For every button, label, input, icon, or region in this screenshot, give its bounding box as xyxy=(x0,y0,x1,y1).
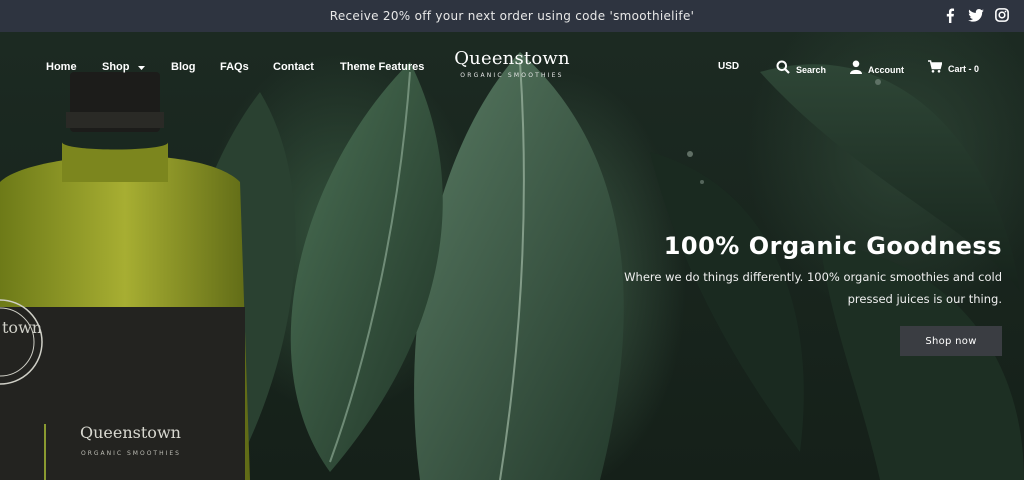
currency-selector[interactable]: USD xyxy=(718,61,739,72)
nav-faqs-label: FAQs xyxy=(220,61,249,73)
user-icon xyxy=(850,60,862,79)
facebook-icon[interactable] xyxy=(942,7,958,23)
hero-content: 100% Organic Goodness Where we do things… xyxy=(542,232,1002,310)
twitter-icon[interactable] xyxy=(968,7,984,23)
brand-tagline: ORGANIC SMOOTHIES xyxy=(460,72,564,79)
hero-title: 100% Organic Goodness xyxy=(663,232,1002,260)
search-button[interactable]: Search xyxy=(776,60,826,79)
brand-name: Queenstown xyxy=(454,48,570,69)
nav-faqs[interactable]: FAQs xyxy=(220,61,249,73)
chevron-down-icon xyxy=(137,61,145,73)
bottle-label-brand: Queenstown xyxy=(80,423,181,442)
cart-button[interactable]: Cart - 0 xyxy=(928,60,979,78)
nav-blog-label: Blog xyxy=(171,61,196,73)
account-button[interactable]: Account xyxy=(850,60,904,79)
nav-theme-features[interactable]: Theme Features xyxy=(340,61,424,73)
hero-subtitle-line-2: pressed juices is our thing. xyxy=(847,292,1002,306)
nav-contact[interactable]: Contact xyxy=(273,61,314,73)
social-links xyxy=(942,7,1010,23)
search-label: Search xyxy=(796,64,827,75)
nav-home[interactable]: Home xyxy=(46,61,77,73)
hero-subtitle: Where we do things differently. 100% org… xyxy=(542,266,1002,310)
nav-home-label: Home xyxy=(46,61,77,73)
cart-icon xyxy=(928,60,943,78)
nav-blog[interactable]: Blog xyxy=(171,61,195,73)
bottle-label-tagline: ORGANIC SMOOTHIES xyxy=(81,450,181,457)
search-icon xyxy=(776,60,790,79)
nav-shop[interactable]: Shop xyxy=(102,61,145,73)
brand-logo[interactable]: Queenstown ORGANIC SMOOTHIES xyxy=(452,48,572,79)
nav-shop-label: Shop xyxy=(102,61,130,73)
shop-now-button[interactable]: Shop now xyxy=(900,326,1002,356)
nav-contact-label: Contact xyxy=(273,61,314,73)
cart-label: Cart - 0 xyxy=(948,64,980,74)
account-label: Account xyxy=(868,64,904,75)
hero-subtitle-line-1: Where we do things differently. 100% org… xyxy=(624,270,1002,284)
nav-theme-features-label: Theme Features xyxy=(340,61,425,73)
bottle-seal-text: town xyxy=(2,318,43,337)
announcement-text: Receive 20% off your next order using co… xyxy=(329,9,695,23)
announcement-bar: Receive 20% off your next order using co… xyxy=(0,0,1024,32)
instagram-icon[interactable] xyxy=(994,7,1010,23)
